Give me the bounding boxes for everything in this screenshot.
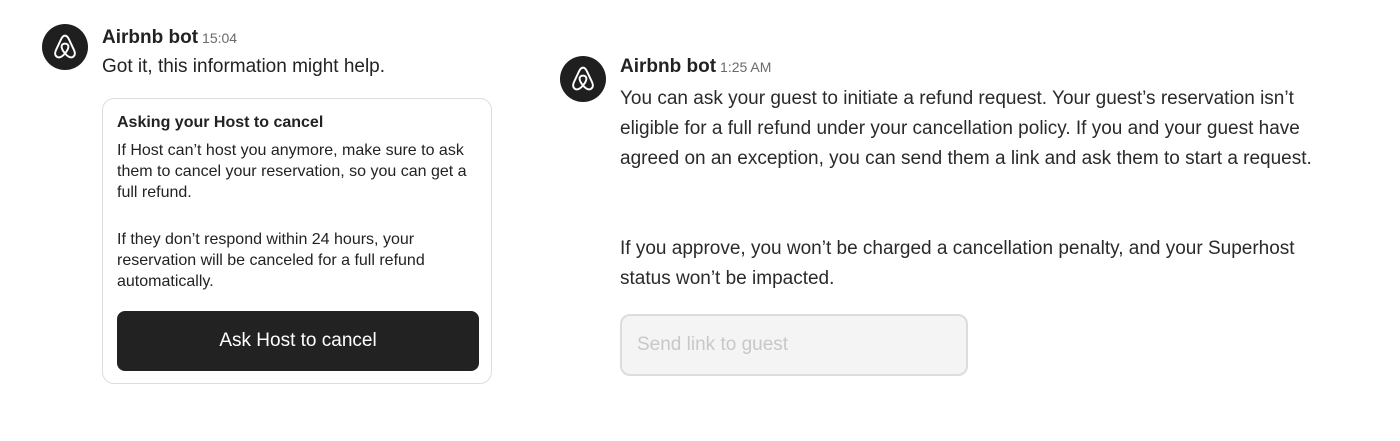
message-text: Got it, this information might help.	[102, 56, 386, 77]
sender-line: Airbnb bot 1:25 AM	[620, 56, 771, 78]
send-link-to-guest-button[interactable]: Send link to guest	[620, 314, 968, 376]
chat-screens: Airbnb bot 15:04 Got it, this information…	[0, 0, 1400, 441]
airbnb-logo-icon	[572, 66, 594, 91]
message-paragraph: If you approve, you won’t be charged a c…	[620, 238, 1295, 289]
airbnb-logo-icon	[54, 34, 76, 59]
info-card: Asking your Host to cancel If Host can’t…	[102, 98, 492, 384]
message-time: 15:04	[202, 30, 238, 46]
message-time: 1:25 AM	[720, 59, 772, 75]
sender-line: Airbnb bot 15:04	[102, 27, 237, 49]
message-paragraph: You can ask your guest to initiate a ref…	[620, 88, 1312, 169]
airbnb-bot-avatar	[560, 56, 606, 102]
sender-name: Airbnb bot	[620, 56, 717, 77]
card-paragraph: If they don’t respond within 24 hours, y…	[117, 231, 425, 290]
card-paragraph: If Host can’t host you anymore, make sur…	[117, 142, 467, 201]
airbnb-bot-avatar	[42, 24, 88, 70]
ask-host-to-cancel-button[interactable]: Ask Host to cancel	[117, 311, 479, 371]
sender-name: Airbnb bot	[102, 27, 199, 48]
card-title: Asking your Host to cancel	[117, 114, 324, 131]
